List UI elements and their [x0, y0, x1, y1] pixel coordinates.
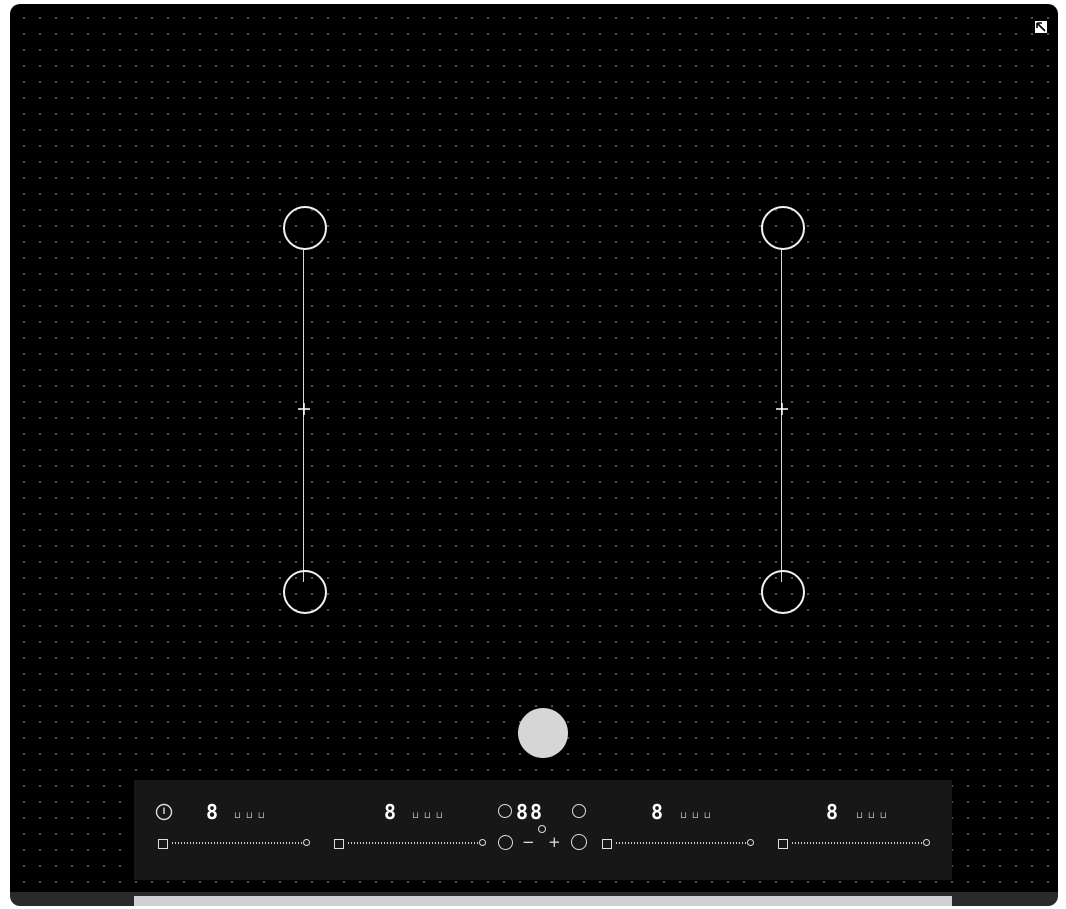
- right-zone-bottom-ring[interactable]: [761, 570, 805, 614]
- expand-icon[interactable]: [1034, 20, 1048, 34]
- zone-1-pot-icons: ⊔ ⊔ ⊔: [234, 811, 266, 821]
- zone-2-power-slider[interactable]: [348, 839, 486, 846]
- right-zone-top-ring[interactable]: [761, 206, 805, 250]
- zone-2-power-display: 8: [384, 800, 397, 824]
- zone-2-select-icon[interactable]: [334, 839, 344, 849]
- timer-indicator-icon: [538, 825, 546, 833]
- timer-left-icon[interactable]: [498, 804, 512, 818]
- left-zone-plus-icon[interactable]: [297, 402, 311, 416]
- timer-display: 88: [516, 800, 545, 824]
- timer-right-icon[interactable]: [572, 804, 586, 818]
- minus-button[interactable]: −: [522, 834, 535, 850]
- zone-3-power-display: 8: [651, 800, 664, 824]
- left-zone-top-ring[interactable]: [283, 206, 327, 250]
- zone-1-power-slider[interactable]: [172, 839, 310, 846]
- zone-2-pot-icons: ⊔ ⊔ ⊔: [412, 811, 444, 821]
- center-control-knob[interactable]: [518, 708, 568, 758]
- cooktop-surface: [10, 4, 1058, 904]
- zone-4-power-slider[interactable]: [792, 839, 930, 846]
- left-zone-bottom-ring[interactable]: [283, 570, 327, 614]
- zone-3-power-slider[interactable]: [616, 839, 754, 846]
- stopgo-icon[interactable]: [498, 835, 513, 850]
- power-icon[interactable]: [155, 803, 173, 821]
- zone-1-power-display: 8: [206, 800, 219, 824]
- zone-4-pot-icons: ⊔ ⊔ ⊔: [856, 811, 888, 821]
- zone-3-pot-icons: ⊔ ⊔ ⊔: [680, 811, 712, 821]
- zone-3-select-icon[interactable]: [602, 839, 612, 849]
- plus-button[interactable]: +: [548, 834, 561, 850]
- zone-4-select-icon[interactable]: [778, 839, 788, 849]
- lock-icon[interactable]: [571, 834, 587, 850]
- frame-highlight: [134, 896, 952, 906]
- zone-4-power-display: 8: [826, 800, 839, 824]
- right-zone-plus-icon[interactable]: [775, 402, 789, 416]
- zone-1-select-icon[interactable]: [158, 839, 168, 849]
